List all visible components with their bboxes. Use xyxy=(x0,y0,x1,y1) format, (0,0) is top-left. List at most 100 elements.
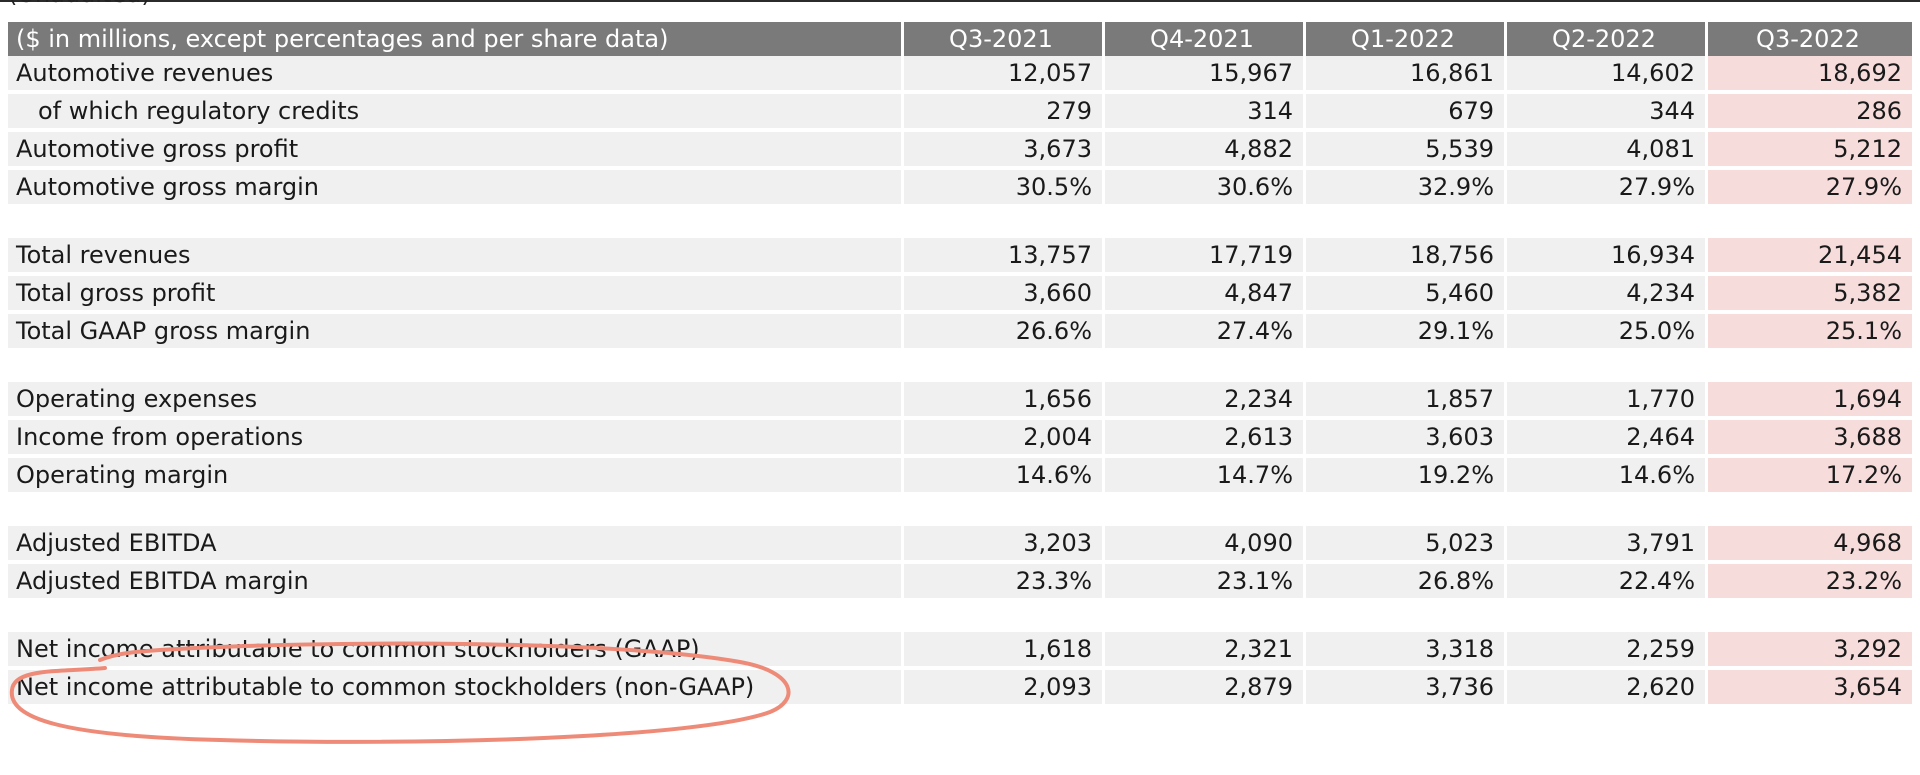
value-cell-q4-2021: 15,967 xyxy=(1105,56,1306,94)
spacer-cell xyxy=(1708,352,1912,382)
value-cell-q4-2021: 314 xyxy=(1105,94,1306,132)
value-cell-q3-2021: 30.5% xyxy=(904,170,1105,208)
value-cell-q1-2022: 16,861 xyxy=(1306,56,1507,94)
table-row: Net income attributable to common stockh… xyxy=(8,670,1912,708)
table-row: Total revenues 13,757 17,719 18,756 16,934 21… xyxy=(8,238,1912,276)
unaudited-note: (Unaudited) xyxy=(8,0,151,8)
table-row: Automotive gross profit 3,673 4,882 5,539 4,… xyxy=(8,132,1912,170)
value-cell-q4-2021: 2,879 xyxy=(1105,670,1306,708)
value-cell-q3-2021: 3,673 xyxy=(904,132,1105,170)
header-q2-2022: Q2-2022 xyxy=(1507,22,1708,56)
spacer-cell xyxy=(1507,208,1708,238)
value-cell-q3-2022: 25.1% xyxy=(1708,314,1912,352)
value-cell-q3-2022: 17.2% xyxy=(1708,458,1912,496)
value-cell-q1-2022: 19.2% xyxy=(1306,458,1507,496)
spacer-cell xyxy=(904,352,1105,382)
value-cell-q3-2022: 286 xyxy=(1708,94,1912,132)
row-label: Total GAAP gross margin xyxy=(8,314,904,352)
value-cell-q4-2021: 23.1% xyxy=(1105,564,1306,602)
value-cell-q2-2022: 3,791 xyxy=(1507,526,1708,564)
table-row: Operating expenses 1,656 2,234 1,857 1,770 1,… xyxy=(8,382,1912,420)
value-cell-q4-2021: 2,613 xyxy=(1105,420,1306,458)
row-label: Adjusted EBITDA margin xyxy=(8,564,904,602)
table-row: Income from operations 2,004 2,613 3,603 2,4… xyxy=(8,420,1912,458)
value-cell-q1-2022: 679 xyxy=(1306,94,1507,132)
spacer-cell xyxy=(1708,496,1912,526)
spacer-cell xyxy=(1105,496,1306,526)
value-cell-q1-2022: 5,460 xyxy=(1306,276,1507,314)
spacer-cell xyxy=(1507,352,1708,382)
value-cell-q1-2022: 1,857 xyxy=(1306,382,1507,420)
row-label: of which regulatory credits xyxy=(8,94,904,132)
table-row: Automotive revenues 12,057 15,967 16,861 14,… xyxy=(8,56,1912,94)
value-cell-q4-2021: 14.7% xyxy=(1105,458,1306,496)
value-cell-q2-2022: 2,620 xyxy=(1507,670,1708,708)
value-cell-q3-2021: 14.6% xyxy=(904,458,1105,496)
spacer-cell xyxy=(1105,208,1306,238)
table-row: Total gross profit 3,660 4,847 5,460 4,234 5,… xyxy=(8,276,1912,314)
row-label: Operating margin xyxy=(8,458,904,496)
header-q3-2022: Q3-2022 xyxy=(1708,22,1912,56)
row-label: Net income attributable to common stockh… xyxy=(8,670,904,708)
value-cell-q3-2022: 3,688 xyxy=(1708,420,1912,458)
spacer-cell xyxy=(1306,602,1507,632)
value-cell-q3-2022: 5,212 xyxy=(1708,132,1912,170)
value-cell-q2-2022: 4,081 xyxy=(1507,132,1708,170)
spacer-cell xyxy=(8,496,904,526)
value-cell-q4-2021: 17,719 xyxy=(1105,238,1306,276)
value-cell-q2-2022: 344 xyxy=(1507,94,1708,132)
value-cell-q1-2022: 26.8% xyxy=(1306,564,1507,602)
value-cell-q3-2022: 21,454 xyxy=(1708,238,1912,276)
spacer-cell xyxy=(904,496,1105,526)
value-cell-q4-2021: 4,090 xyxy=(1105,526,1306,564)
table-row: Automotive gross margin 30.5% 30.6% 32.9% 27… xyxy=(8,170,1912,208)
table-row: Operating margin 14.6% 14.7% 19.2% 14.6% 17.2… xyxy=(8,458,1912,496)
value-cell-q3-2022: 1,694 xyxy=(1708,382,1912,420)
table-row: of which regulatory credits 279 314 679 344 2… xyxy=(8,94,1912,132)
row-label: Automotive gross profit xyxy=(8,132,904,170)
value-cell-q3-2021: 23.3% xyxy=(904,564,1105,602)
spacer-cell xyxy=(8,602,904,632)
spacer-cell xyxy=(904,208,1105,238)
value-cell-q3-2022: 5,382 xyxy=(1708,276,1912,314)
section-spacer xyxy=(8,208,1912,238)
value-cell-q1-2022: 5,539 xyxy=(1306,132,1507,170)
table-body: Automotive revenues 12,057 15,967 16,861 14,… xyxy=(8,56,1912,708)
spacer-cell xyxy=(1306,208,1507,238)
table-header-row: ($ in millions, except percentages and p… xyxy=(8,22,1912,56)
spacer-cell xyxy=(1105,602,1306,632)
value-cell-q3-2022: 18,692 xyxy=(1708,56,1912,94)
section-spacer xyxy=(8,496,1912,526)
value-cell-q1-2022: 18,756 xyxy=(1306,238,1507,276)
header-q3-2021: Q3-2021 xyxy=(904,22,1105,56)
spacer-cell xyxy=(1708,602,1912,632)
value-cell-q2-2022: 16,934 xyxy=(1507,238,1708,276)
spacer-cell xyxy=(8,352,904,382)
row-label: Automotive gross margin xyxy=(8,170,904,208)
value-cell-q4-2021: 4,882 xyxy=(1105,132,1306,170)
financial-summary-table: ($ in millions, except percentages and p… xyxy=(8,22,1912,708)
row-label: Total gross profit xyxy=(8,276,904,314)
value-cell-q1-2022: 5,023 xyxy=(1306,526,1507,564)
value-cell-q3-2021: 2,004 xyxy=(904,420,1105,458)
value-cell-q3-2022: 23.2% xyxy=(1708,564,1912,602)
spacer-cell xyxy=(1306,352,1507,382)
table-row: Total GAAP gross margin 26.6% 27.4% 29.1% 25… xyxy=(8,314,1912,352)
spacer-cell xyxy=(904,602,1105,632)
spacer-cell xyxy=(1105,352,1306,382)
value-cell-q3-2021: 2,093 xyxy=(904,670,1105,708)
value-cell-q3-2022: 4,968 xyxy=(1708,526,1912,564)
value-cell-q3-2021: 1,618 xyxy=(904,632,1105,670)
value-cell-q3-2021: 1,656 xyxy=(904,382,1105,420)
value-cell-q2-2022: 1,770 xyxy=(1507,382,1708,420)
value-cell-q2-2022: 14.6% xyxy=(1507,458,1708,496)
value-cell-q2-2022: 25.0% xyxy=(1507,314,1708,352)
row-label: Automotive revenues xyxy=(8,56,904,94)
value-cell-q3-2021: 26.6% xyxy=(904,314,1105,352)
row-label: Operating expenses xyxy=(8,382,904,420)
header-label: ($ in millions, except percentages and p… xyxy=(8,22,904,56)
row-label: Income from operations xyxy=(8,420,904,458)
value-cell-q4-2021: 30.6% xyxy=(1105,170,1306,208)
value-cell-q2-2022: 14,602 xyxy=(1507,56,1708,94)
top-rule xyxy=(0,0,1920,2)
